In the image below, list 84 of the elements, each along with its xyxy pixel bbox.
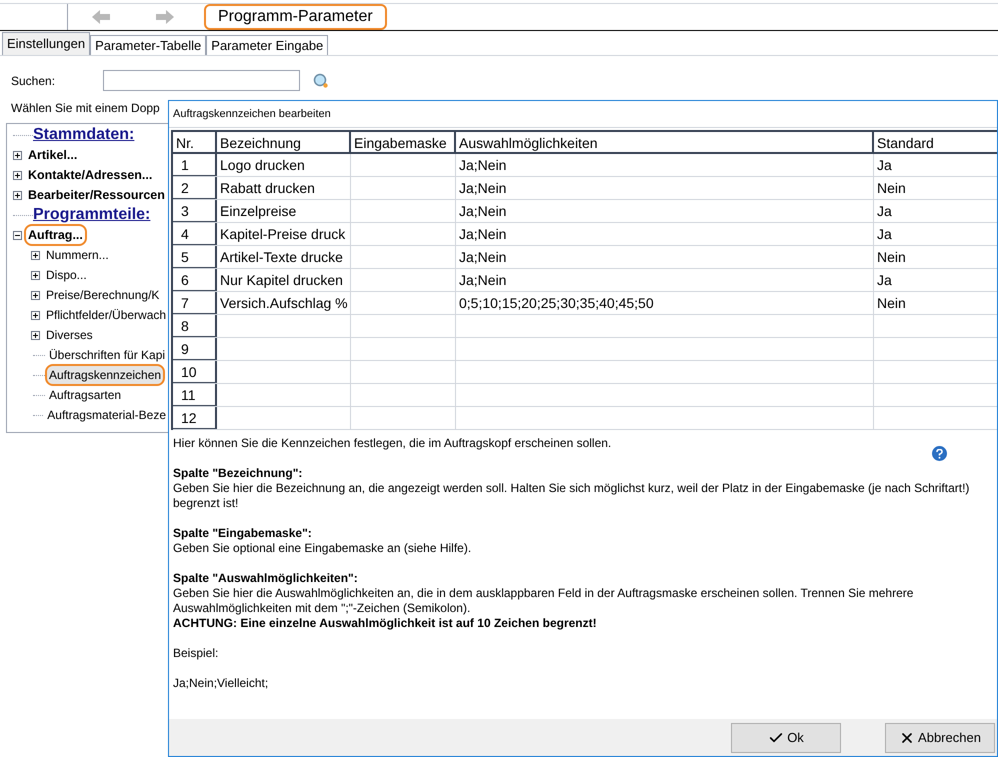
row-number: 8 <box>173 315 217 337</box>
tree-item[interactable]: Diverses <box>44 326 95 344</box>
tree-item[interactable]: Preise/Berechnung/K <box>44 286 162 304</box>
row-number: 1 <box>173 154 217 176</box>
table-cell-text: Ja <box>876 225 893 244</box>
table-cell: Nur Kapitel drucken <box>217 269 351 291</box>
column-header: Bezeichnung <box>217 132 351 152</box>
help-text: Geben Sie hier die Bezeichnung an, die angezeigt werden soll. Halten Sie sich möglichst kurz, weil der Platz in der Eingabemaske (je nach Schriftart!) begrenzt ist! <box>173 481 970 511</box>
expand-icon[interactable] <box>13 190 22 200</box>
column-header: Nr. <box>173 132 217 152</box>
help-text: Geben Sie hier die Auswahlmöglichkeiten an, die in dem ausklappbaren Feld in der Auftragsmaske erscheinen sollen. Trennen Sie mehrere Auswahlmöglichkeiten mit dem ";"-Zeichen (Semikolon). <box>173 586 914 616</box>
expand-icon[interactable] <box>13 150 22 160</box>
help-icon[interactable] <box>932 446 947 461</box>
table-cell: Rabatt drucken <box>217 177 351 199</box>
help-heading: Spalte "Auswahlmöglichkeiten": <box>173 571 359 586</box>
row-number: 12 <box>173 407 217 429</box>
table-cell: Artikel-Texte drucke <box>217 246 351 268</box>
help-text: Ja;Nein;Vielleicht; <box>173 676 270 691</box>
table-cell-text: Nein <box>876 294 907 313</box>
table-cell: Versich.Aufschlag % <box>217 292 351 314</box>
expand-icon[interactable] <box>13 170 22 180</box>
tree-item[interactable]: Kontakte/Adressen... <box>26 166 154 184</box>
table-cell-text: Ja <box>876 202 893 221</box>
table-cell: Ja;Nein <box>456 223 874 245</box>
tab[interactable]: Parameter Eingabe <box>206 35 328 55</box>
tree-item[interactable]: Pflichtfelder/Überwach <box>44 306 168 324</box>
table-cell-text: Ja <box>876 271 893 290</box>
table-cell: Ja;Nein <box>456 154 874 176</box>
tree-heading: Programmteile: <box>33 205 150 225</box>
expand-icon[interactable] <box>31 270 40 280</box>
tree-item[interactable]: Bearbeiter/Ressourcen <box>26 186 167 204</box>
tree-item[interactable]: Auftragskennzeichen <box>47 366 164 384</box>
dialog-title: Auftragskennzeichen bearbeiten <box>169 101 997 128</box>
collapse-icon[interactable] <box>13 230 22 240</box>
tree-item[interactable]: Artikel... <box>26 146 80 164</box>
row-number: 3 <box>173 200 217 222</box>
table-cell-text: Ja <box>876 156 893 175</box>
table-cell-text: Nein <box>876 179 907 198</box>
ok-button[interactable]: Ok <box>731 722 841 752</box>
row-number: 6 <box>173 269 217 291</box>
table-cell: Logo drucken <box>217 154 351 176</box>
table-cell: Kapitel-Preise druck <box>217 223 351 245</box>
expand-icon[interactable] <box>31 330 40 340</box>
row-number: 7 <box>173 292 217 314</box>
row-number: 5 <box>173 246 217 268</box>
cancel-button[interactable]: Abbrechen <box>885 722 995 752</box>
tree-item[interactable]: Nummern... <box>44 246 111 264</box>
tree-item[interactable]: Auftrag... <box>26 226 85 244</box>
row-number: 4 <box>173 223 217 245</box>
tree-item[interactable]: Überschriften für Kapi <box>47 346 168 364</box>
table-cell: Ja;Nein <box>456 246 874 268</box>
search-icon[interactable] <box>313 72 329 88</box>
tab[interactable]: Parameter-Tabelle <box>90 35 206 55</box>
table-cell: Ja;Nein <box>456 177 874 199</box>
row-number: 2 <box>173 177 217 199</box>
tree-heading: Stammdaten: <box>33 125 134 145</box>
tree-item[interactable]: Auftragsarten <box>47 386 124 404</box>
table-cell-text: Nein <box>876 248 907 267</box>
table-cell: Einzelpreise <box>217 200 351 222</box>
column-header: Auswahlmöglichkeiten <box>456 132 874 152</box>
tree-item[interactable]: Dispo... <box>44 266 89 284</box>
help-heading: ACHTUNG: Eine einzelne Auswahlmöglichkeit ist auf 10 Zeichen begrenzt! <box>173 616 598 631</box>
hint-text: Wählen Sie mit einem Dopp <box>11 100 160 117</box>
table-cell: Ja;Nein <box>456 269 874 291</box>
row-number: 9 <box>173 338 217 360</box>
help-text: Beispiel: <box>173 646 220 661</box>
window-title: Programm-Parameter <box>204 4 387 30</box>
help-text: Geben Sie optional eine Eingabemaske an (siehe Hilfe). <box>173 541 472 556</box>
search-field[interactable] <box>103 70 300 91</box>
expand-icon[interactable] <box>31 250 40 260</box>
search-label: Suchen: <box>11 72 56 90</box>
help-text: Hier können Sie die Kennzeichen festlegen, die im Auftragskopf erscheinen sollen. <box>173 436 612 451</box>
tab[interactable]: Einstellungen <box>2 32 90 55</box>
table-cell: 0;5;10;15;20;25;30;35;40;45;50 <box>456 292 874 314</box>
expand-icon[interactable] <box>31 290 40 300</box>
column-header: Eingabemaske <box>351 132 456 152</box>
tree-item[interactable]: Auftragsmaterial-Beze <box>45 406 168 424</box>
column-header: Standard <box>876 134 935 152</box>
row-number: 10 <box>173 361 217 383</box>
row-number: 11 <box>173 384 217 406</box>
help-heading: Spalte "Eingabemaske": <box>173 526 313 541</box>
expand-icon[interactable] <box>31 310 40 320</box>
table-cell: Ja;Nein <box>456 200 874 222</box>
help-heading: Spalte "Bezeichnung": <box>173 466 304 481</box>
